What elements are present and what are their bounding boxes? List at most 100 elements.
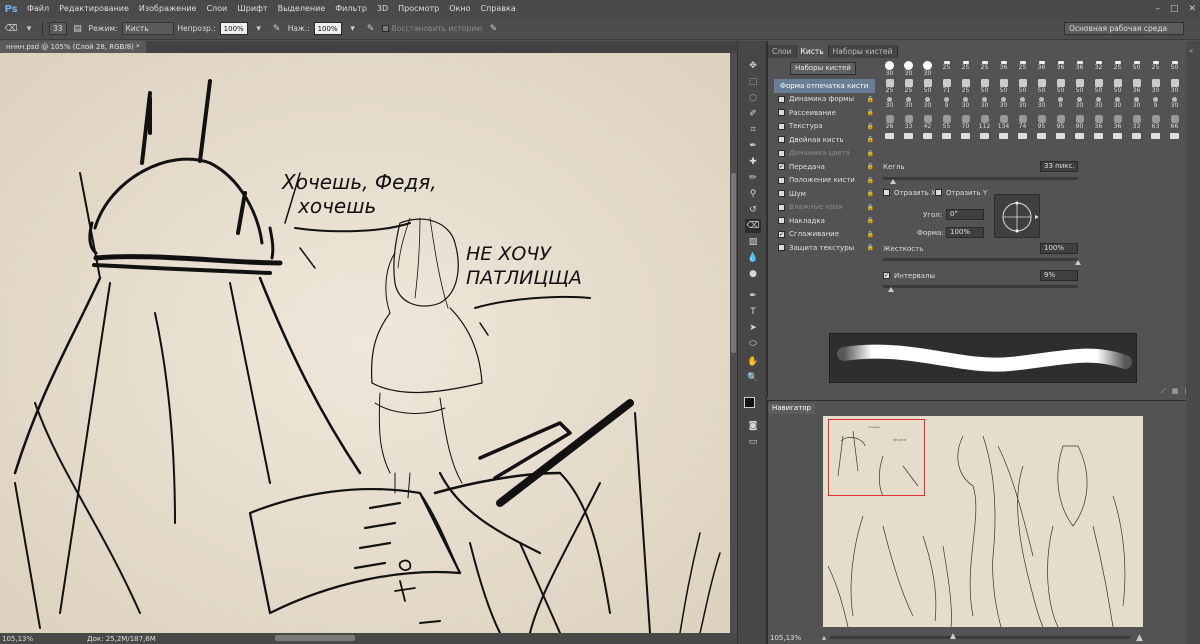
brush-tip[interactable] xyxy=(1051,132,1070,150)
zoom-tool-icon[interactable]: 🔍 xyxy=(745,371,761,385)
brush-tip[interactable]: 50 xyxy=(1032,78,1051,96)
brush-tip[interactable]: 25 xyxy=(937,60,956,78)
lock-icon[interactable]: 🔒 xyxy=(867,136,874,143)
brush-tip[interactable]: 9 xyxy=(937,96,956,114)
chevron-down-icon[interactable]: ▾ xyxy=(346,22,360,36)
brush-tip[interactable] xyxy=(956,132,975,150)
brush-tip[interactable]: 25 xyxy=(1108,60,1127,78)
brush-option-item[interactable]: Форма отпечатка кисти xyxy=(774,79,875,93)
brush-tip[interactable]: 50 xyxy=(1070,78,1089,96)
brush-option-item[interactable]: Накладка 🔒 xyxy=(774,214,875,228)
toggle-preview-icon[interactable]: ⟋ xyxy=(1161,387,1166,397)
brush-tip[interactable] xyxy=(1013,132,1032,150)
menu-image[interactable]: Изображение xyxy=(134,0,202,18)
eraser-tool-icon[interactable]: ⌫ xyxy=(745,219,761,233)
lock-icon[interactable]: 🔒 xyxy=(867,123,874,130)
mode-dropdown[interactable]: Кисть xyxy=(121,22,174,35)
brush-tip[interactable]: 50 xyxy=(1127,60,1146,78)
expand-panels-icon[interactable]: « xyxy=(1189,47,1193,55)
brush-option-item[interactable]: ✓ Сглаживание 🔒 xyxy=(774,228,875,242)
brush-option-checkbox[interactable] xyxy=(778,190,785,198)
brush-tip[interactable]: 30 xyxy=(899,96,918,114)
brush-tip[interactable]: 30 xyxy=(1032,96,1051,114)
brush-tip[interactable] xyxy=(1165,132,1184,150)
brush-tip[interactable]: 30 xyxy=(1070,96,1089,114)
brush-tip[interactable]: 95 xyxy=(1051,114,1070,132)
brush-tip[interactable]: 71 xyxy=(937,78,956,96)
lock-icon[interactable]: 🔒 xyxy=(867,244,874,251)
document-tab[interactable]: нннн.psd @ 105% (Слой 28, RGB/8) * xyxy=(0,41,146,53)
brush-option-checkbox[interactable] xyxy=(778,109,785,117)
brush-tip[interactable] xyxy=(1108,132,1127,150)
navigator-tab[interactable]: Навигатор xyxy=(768,403,815,414)
brush-tip[interactable] xyxy=(994,132,1013,150)
vertical-scrollbar[interactable] xyxy=(730,53,737,633)
navigator-view-rectangle[interactable] xyxy=(828,419,925,496)
brush-tip[interactable]: 36 xyxy=(1089,114,1108,132)
brush-tip[interactable]: 112 xyxy=(975,114,994,132)
minimize-icon[interactable]: – xyxy=(1155,4,1160,14)
brush-tip[interactable]: 30 xyxy=(1089,96,1108,114)
lock-icon[interactable]: 🔒 xyxy=(867,190,874,197)
brush-tip[interactable]: 30 xyxy=(880,96,899,114)
brush-tip[interactable] xyxy=(1127,132,1146,150)
pen-tool-icon[interactable]: ✒ xyxy=(745,289,761,303)
brush-option-item[interactable]: Динамика формы 🔒 xyxy=(774,93,875,107)
chevron-down-icon[interactable]: ▾ xyxy=(252,22,266,36)
brush-tip[interactable]: 25 xyxy=(880,78,899,96)
brush-tip[interactable]: 30 xyxy=(1146,78,1165,96)
lock-icon[interactable]: 🔒 xyxy=(867,96,874,103)
brush-tip[interactable]: 50 xyxy=(918,78,937,96)
brush-tip[interactable]: 90 xyxy=(1070,114,1089,132)
brush-option-checkbox[interactable] xyxy=(778,217,785,225)
flip-y-checkbox[interactable] xyxy=(935,189,942,196)
brush-tip[interactable]: 26 xyxy=(880,114,899,132)
brush-tip[interactable]: 30 xyxy=(918,60,937,78)
brush-option-checkbox[interactable]: ✓ xyxy=(778,163,785,171)
menu-filter[interactable]: Фильтр xyxy=(330,0,372,18)
lock-icon[interactable]: 🔒 xyxy=(867,163,874,170)
brush-angle-widget[interactable] xyxy=(994,194,1040,238)
brush-tip[interactable]: 25 xyxy=(899,78,918,96)
navigator-zoom-slider[interactable] xyxy=(830,633,1131,639)
flip-x-checkbox[interactable] xyxy=(883,189,890,196)
hardness-slider-knob[interactable] xyxy=(1075,260,1081,265)
chevron-down-icon[interactable]: ▾ xyxy=(22,22,36,36)
brush-panel-toggle-icon[interactable]: ▤ xyxy=(71,22,85,36)
scroll-thumb[interactable] xyxy=(731,173,736,353)
zoom-in-icon[interactable]: ▲ xyxy=(1136,633,1143,643)
brush-option-checkbox[interactable] xyxy=(778,176,785,184)
lock-icon[interactable]: 🔒 xyxy=(867,204,874,211)
restore-history-checkbox[interactable] xyxy=(381,25,389,32)
menu-layers[interactable]: Слои xyxy=(201,0,232,18)
brush-tip[interactable]: 55 xyxy=(937,114,956,132)
navigator-zoom-knob[interactable] xyxy=(950,633,957,639)
gradient-tool-icon[interactable]: ▨ xyxy=(745,235,761,249)
pressure-input[interactable]: 100% xyxy=(313,22,342,35)
workspace-dropdown[interactable]: Основная рабочая среда xyxy=(1064,22,1184,35)
menu-select[interactable]: Выделение xyxy=(273,0,331,18)
brush-tip[interactable]: 30 xyxy=(1108,96,1127,114)
brush-tip[interactable]: 36 xyxy=(994,60,1013,78)
zoom-readout[interactable]: 105,13% xyxy=(2,635,33,643)
lock-icon[interactable]: 🔒 xyxy=(867,231,874,238)
brush-tip[interactable]: 36 xyxy=(1070,60,1089,78)
brush-tool-icon[interactable]: ✏ xyxy=(745,171,761,185)
brush-tip[interactable]: 95 xyxy=(1032,114,1051,132)
healing-tool-icon[interactable]: ✚ xyxy=(745,155,761,169)
brush-tip[interactable]: 25 xyxy=(956,60,975,78)
brush-tip[interactable]: 25 xyxy=(975,60,994,78)
brush-tip[interactable] xyxy=(880,132,899,150)
brush-size-picker[interactable]: 33 xyxy=(49,22,67,35)
brush-tip[interactable]: 9 xyxy=(1146,96,1165,114)
brush-tip[interactable]: 66 xyxy=(1165,114,1184,132)
brush-option-item[interactable]: Шум 🔒 xyxy=(774,187,875,201)
pressure-opacity-icon[interactable]: ✎ xyxy=(270,22,284,36)
brush-tip[interactable] xyxy=(1146,132,1165,150)
brush-option-item[interactable]: Положение кисти 🔒 xyxy=(774,174,875,188)
zoom-out-icon[interactable]: ▴ xyxy=(822,633,826,642)
brush-tip[interactable]: 70 xyxy=(956,114,975,132)
crop-tool-icon[interactable]: ⌗ xyxy=(745,123,761,137)
brush-tip[interactable] xyxy=(975,132,994,150)
brush-option-item[interactable]: Рассеивание 🔒 xyxy=(774,106,875,120)
